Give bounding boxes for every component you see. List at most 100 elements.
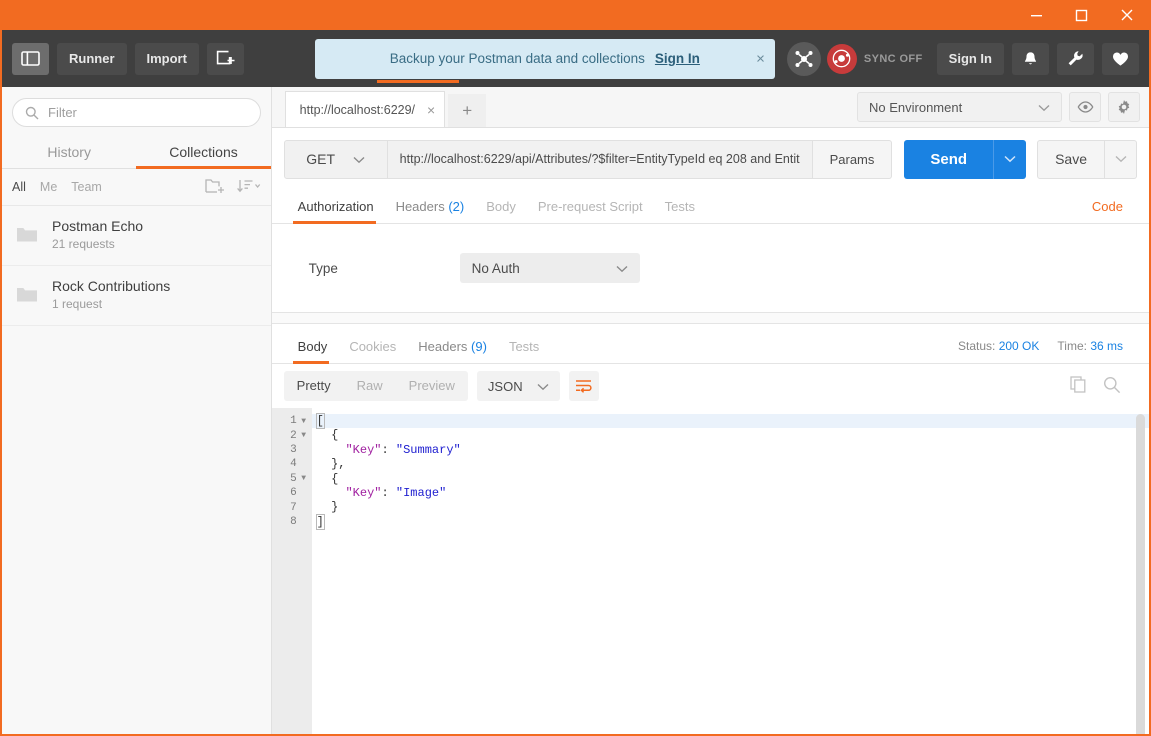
banner-signin-link[interactable]: Sign In xyxy=(655,51,700,66)
scope-all[interactable]: All xyxy=(12,180,26,194)
request-tab-close-icon[interactable]: × xyxy=(427,102,435,118)
request-tab-title: http://localhost:6229/ xyxy=(300,103,415,117)
status-value: 200 OK xyxy=(999,339,1040,353)
tab-prerequest-label: Pre-request Script xyxy=(538,199,643,214)
tab-cookies-label: Cookies xyxy=(349,339,396,354)
search-body-icon[interactable] xyxy=(1103,376,1121,397)
tab-response-headers-count: (9) xyxy=(471,339,487,354)
pane-splitter[interactable] xyxy=(272,312,1149,324)
signin-label: Sign In xyxy=(949,51,992,66)
scope-me[interactable]: Me xyxy=(40,180,57,194)
view-mode-raw[interactable]: Raw xyxy=(344,371,396,401)
tab-response-headers[interactable]: Headers (9) xyxy=(407,339,498,363)
sidebar-toggle-icon[interactable] xyxy=(12,43,49,75)
gutter-line: 5▼ xyxy=(272,472,312,486)
environment-quick-look-icon[interactable] xyxy=(1069,92,1101,122)
runner-button[interactable]: Runner xyxy=(57,43,127,75)
bell-icon[interactable] xyxy=(1012,43,1049,75)
auth-type-value: No Auth xyxy=(472,261,520,276)
vertical-scrollbar[interactable] xyxy=(1136,414,1145,734)
code-link[interactable]: Code xyxy=(1092,199,1137,223)
tab-collections[interactable]: Collections xyxy=(136,136,270,168)
new-window-icon[interactable] xyxy=(207,43,244,75)
method-label: GET xyxy=(306,151,335,167)
request-tab[interactable]: http://localhost:6229/ × xyxy=(285,91,446,127)
send-button[interactable]: Send xyxy=(904,140,993,179)
search-placeholder: Filter xyxy=(48,105,77,120)
url-value: http://localhost:6229/api/Attributes/?$f… xyxy=(400,152,800,166)
collection-count: 21 requests xyxy=(52,236,143,253)
chevron-down-icon xyxy=(616,261,628,276)
url-bar: GET http://localhost:6229/api/Attributes… xyxy=(272,128,1149,190)
auth-type-selector[interactable]: No Auth xyxy=(460,253,640,283)
environment-selector[interactable]: No Environment xyxy=(857,92,1062,122)
response-section-tabs: Body Cookies Headers (9) Tests Status: 2… xyxy=(272,324,1149,364)
app-toolbar: Runner Import Backup your Postman data a… xyxy=(2,30,1149,87)
code-line: { xyxy=(312,472,1149,486)
code-line: [ xyxy=(312,414,1149,428)
status-badge: Status: 200 OK xyxy=(958,339,1039,353)
send-options-icon[interactable] xyxy=(993,140,1026,179)
save-label: Save xyxy=(1055,151,1087,167)
gutter-line: 1▼ xyxy=(272,414,312,428)
import-button[interactable]: Import xyxy=(135,43,199,75)
postman-window: Runner Import Backup your Postman data a… xyxy=(0,0,1151,736)
response-body-editor[interactable]: 1▼2▼345▼678 [ { "Key": "Summary" }, { "K… xyxy=(272,408,1149,734)
tab-tests[interactable]: Tests xyxy=(654,199,706,223)
tab-authorization[interactable]: Authorization xyxy=(284,199,385,223)
new-collection-icon[interactable] xyxy=(205,178,225,197)
collection-name: Rock Contributions xyxy=(52,277,170,296)
banner-close-icon[interactable]: × xyxy=(756,51,765,66)
editor-code[interactable]: [ { "Key": "Summary" }, { "Key": "Image"… xyxy=(312,408,1149,734)
format-selector[interactable]: JSON xyxy=(477,371,560,401)
signin-button[interactable]: Sign In xyxy=(937,43,1004,75)
view-mode-preview[interactable]: Preview xyxy=(396,371,468,401)
word-wrap-icon[interactable] xyxy=(569,371,599,401)
copy-to-clipboard-icon[interactable] xyxy=(1070,376,1087,396)
tab-response-tests-label: Tests xyxy=(509,339,539,354)
minimize-icon[interactable] xyxy=(1014,0,1059,30)
response-view-toolbar: Pretty Raw Preview JSON xyxy=(272,364,1149,408)
view-mode-pretty[interactable]: Pretty xyxy=(284,371,344,401)
gutter-line: 8 xyxy=(272,515,312,529)
collection-name: Postman Echo xyxy=(52,217,143,236)
tab-history-label: History xyxy=(47,144,91,160)
tab-history[interactable]: History xyxy=(2,136,136,168)
scope-team[interactable]: Team xyxy=(71,180,102,194)
close-icon[interactable] xyxy=(1104,0,1149,30)
chevron-down-icon xyxy=(1038,100,1050,115)
banner-marker xyxy=(377,80,459,83)
time-badge: Time: 36 ms xyxy=(1057,339,1123,353)
tab-response-tests[interactable]: Tests xyxy=(498,339,550,363)
code-line: "Key": "Image" xyxy=(312,486,1149,500)
tab-prerequest-script[interactable]: Pre-request Script xyxy=(527,199,654,223)
heart-icon[interactable] xyxy=(1102,43,1139,75)
method-selector[interactable]: GET xyxy=(284,140,388,179)
code-line: "Key": "Summary" xyxy=(312,443,1149,457)
search-input[interactable]: Filter xyxy=(12,98,261,127)
sync-off-icon[interactable] xyxy=(827,44,857,74)
wrench-icon[interactable] xyxy=(1057,43,1094,75)
tab-headers-count: (2) xyxy=(448,199,464,214)
gutter-line: 3 xyxy=(272,443,312,457)
new-request-tab-icon[interactable]: + xyxy=(448,94,486,127)
tab-response-body[interactable]: Body xyxy=(284,339,339,363)
url-input[interactable]: http://localhost:6229/api/Attributes/?$f… xyxy=(388,140,813,179)
maximize-icon[interactable] xyxy=(1059,0,1104,30)
tab-cookies[interactable]: Cookies xyxy=(338,339,407,363)
time-value: 36 ms xyxy=(1090,339,1123,353)
list-item[interactable]: Rock Contributions 1 request xyxy=(2,266,271,326)
tab-headers[interactable]: Headers (2) xyxy=(385,199,476,223)
interceptor-icon[interactable] xyxy=(787,42,821,76)
params-button[interactable]: Params xyxy=(813,140,893,179)
tab-collections-label: Collections xyxy=(169,144,237,160)
tab-body[interactable]: Body xyxy=(475,199,527,223)
request-pane: http://localhost:6229/ × + No Environmen… xyxy=(272,87,1149,734)
save-button[interactable]: Save xyxy=(1037,140,1105,179)
gear-icon[interactable] xyxy=(1108,92,1140,122)
save-options-icon[interactable] xyxy=(1105,140,1137,179)
view-mode-group: Pretty Raw Preview xyxy=(284,371,468,401)
sort-icon[interactable] xyxy=(237,178,261,197)
list-item[interactable]: Postman Echo 21 requests xyxy=(2,206,271,266)
authorization-panel: Type No Auth xyxy=(272,224,1149,312)
